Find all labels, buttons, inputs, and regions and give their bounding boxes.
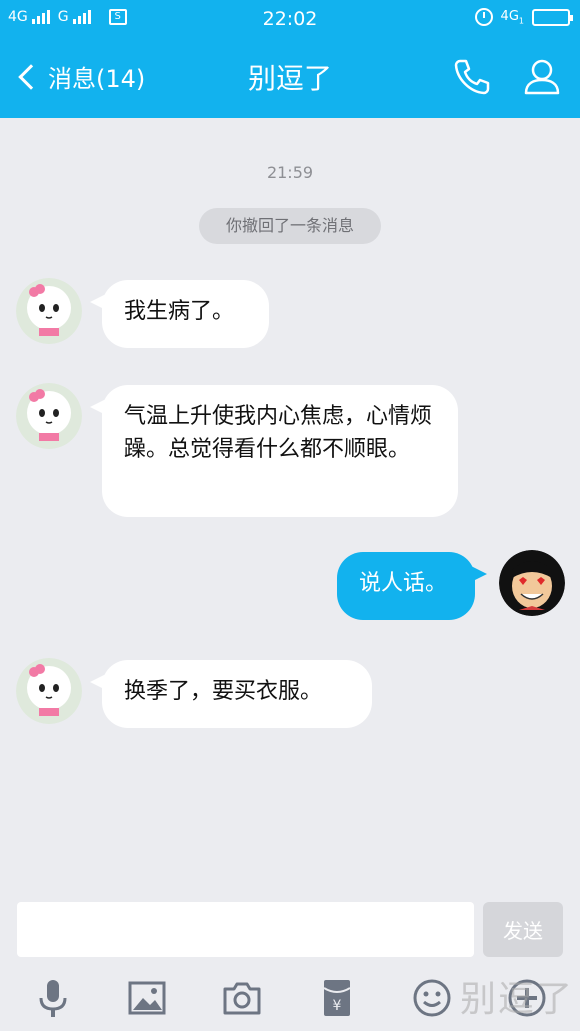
message-bubble-sent[interactable]: 说人话。 [337,552,487,620]
message-bubble[interactable]: 我生病了。 [90,280,269,348]
battery-icon [532,8,573,26]
phone-icon[interactable] [450,55,494,99]
send-button[interactable]: 发送 [483,902,563,957]
message-bubble[interactable]: 换季了，要买衣服。 [90,660,372,728]
avatar[interactable] [16,383,82,449]
nav-bar: 消息(14) 别逗了 [0,37,580,118]
avatar[interactable] [16,278,82,344]
message-input[interactable] [17,902,474,957]
camera-icon[interactable] [220,976,264,1020]
message-text: 换季了，要买衣服。 [124,679,323,704]
avatar-girl-icon [16,383,82,449]
chat-toolbar: ¥ [0,976,580,1022]
avatar-girl-icon [16,658,82,724]
image-icon[interactable] [125,976,169,1020]
message-bubble[interactable]: 气温上升使我内心焦虑，心情烦躁。总觉得看什么都不顺眼。 [90,385,458,517]
my-avatar[interactable] [499,550,565,616]
avatar-girl-icon [16,278,82,344]
status-bar: 4G G S 22:02 4G1 [0,0,580,37]
svg-text:¥: ¥ [333,998,342,1014]
message-text: 我生病了。 [124,299,235,324]
chat-area[interactable]: 21:59 你撤回了一条消息 我生病了。 气温上升使我内心焦虑，心情烦躁。总觉得… [0,118,580,898]
message-text: 说人话。 [359,571,448,596]
message-text: 气温上升使我内心焦虑，心情烦躁。总觉得看什么都不顺眼。 [124,404,433,462]
avatar[interactable] [16,658,82,724]
emoji-icon[interactable] [410,976,454,1020]
status-right: 4G1 [474,8,573,26]
input-bar: 发送 ¥ [0,898,580,1031]
back-label: 消息(14) [48,65,146,93]
message-timestamp: 21:59 [266,163,314,182]
chevron-left-icon [18,63,44,90]
avatar-face-icon [499,550,565,616]
alarm-icon [474,8,493,26]
system-notice: 你撤回了一条消息 [199,208,381,244]
network-label-3: 4G1 [500,8,524,26]
profile-icon[interactable] [520,55,564,99]
microphone-icon[interactable] [31,976,75,1020]
back-button[interactable]: 消息(14) [14,59,145,94]
red-packet-icon[interactable]: ¥ [315,976,359,1020]
plus-icon[interactable] [505,976,549,1020]
